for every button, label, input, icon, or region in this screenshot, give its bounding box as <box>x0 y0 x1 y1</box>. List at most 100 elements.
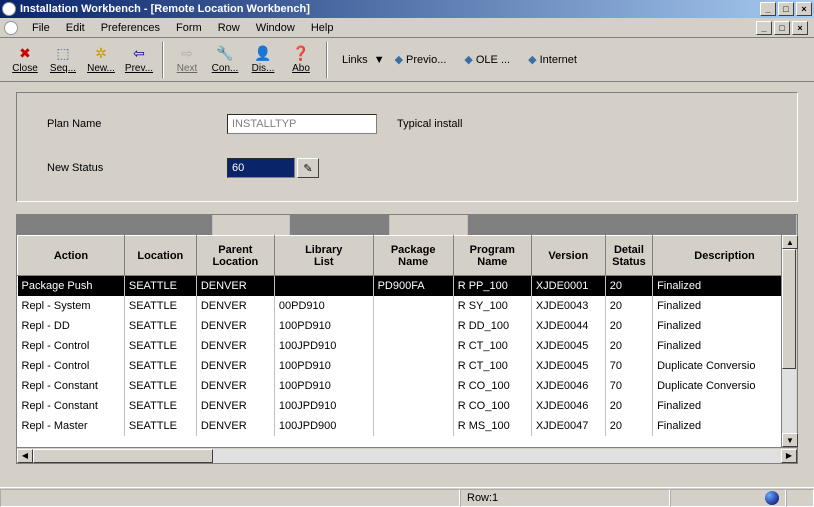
cell-package_name <box>373 316 453 336</box>
menu-preferences[interactable]: Preferences <box>93 20 168 36</box>
link-label: Internet <box>540 54 577 66</box>
hscroll-thumb[interactable] <box>33 449 213 463</box>
table-row[interactable]: Repl - ControlSEATTLEDENVER100JPD910R CT… <box>18 336 797 356</box>
previous-icon: ⇦ <box>131 45 147 61</box>
window-title: Installation Workbench - [Remote Locatio… <box>20 3 760 15</box>
cell-description: Duplicate Conversio <box>653 376 797 396</box>
mdi-restore-button[interactable]: □ <box>774 21 790 35</box>
col-program_name[interactable]: ProgramName <box>453 236 531 276</box>
disconnect-label: Dis... <box>252 63 275 74</box>
ole-link[interactable]: ◆OLE ... <box>460 51 514 68</box>
link-label: Previo... <box>406 54 446 66</box>
table-row[interactable]: Repl - ConstantSEATTLEDENVER100PD910R CO… <box>18 376 797 396</box>
table-row[interactable]: Repl - ConstantSEATTLEDENVER100JPD910R C… <box>18 396 797 416</box>
menu-window[interactable]: Window <box>248 20 303 36</box>
previous-link[interactable]: ◆Previo... <box>391 51 451 68</box>
table-row[interactable]: Repl - DDSEATTLEDENVER100PD910R DD_100XJ… <box>18 316 797 336</box>
col-parent_location[interactable]: ParentLocation <box>196 236 274 276</box>
menu-row[interactable]: Row <box>210 20 248 36</box>
cell-action: Repl - Control <box>18 336 125 356</box>
cell-package_name <box>373 356 453 376</box>
close-button[interactable]: ✖Close <box>6 41 44 79</box>
internet-link[interactable]: ◆ Internet <box>524 51 581 68</box>
maximize-button[interactable]: □ <box>778 2 794 16</box>
hscroll-track[interactable] <box>33 449 781 463</box>
table-row[interactable]: Package PushSEATTLEDENVERPD900FAR PP_100… <box>18 276 797 296</box>
links-dropdown-icon[interactable]: ▼ <box>374 54 385 66</box>
menu-form[interactable]: Form <box>168 20 210 36</box>
cell-location: SEATTLE <box>124 396 196 416</box>
col-detail_status[interactable]: DetailStatus <box>605 236 652 276</box>
menu-help[interactable]: Help <box>303 20 342 36</box>
cell-detail_status: 20 <box>605 276 652 296</box>
link-icon: ◆ <box>528 53 536 66</box>
cell-library_list: 00PD910 <box>274 296 373 316</box>
mdi-minimize-button[interactable]: _ <box>756 21 772 35</box>
cell-action: Repl - Constant <box>18 376 125 396</box>
scroll-right-button[interactable]: ▶ <box>781 449 797 463</box>
sequence-button[interactable]: ⬚Seq... <box>44 41 82 79</box>
lookup-button[interactable]: ✎ <box>297 158 319 178</box>
disconnect-icon: 👤 <box>255 45 271 61</box>
cell-location: SEATTLE <box>124 356 196 376</box>
cell-package_name <box>373 396 453 416</box>
mdi-close-button[interactable]: × <box>792 21 808 35</box>
cell-program_name: R DD_100 <box>453 316 531 336</box>
cell-library_list: 100PD910 <box>274 356 373 376</box>
menu-edit[interactable]: Edit <box>58 20 93 36</box>
cell-version: XJDE0045 <box>531 356 605 376</box>
previous-button[interactable]: ⇦Prev... <box>120 41 158 79</box>
toolbar-separator <box>162 42 164 78</box>
col-description[interactable]: Description <box>653 236 797 276</box>
disconnect-button[interactable]: 👤 Dis... <box>244 41 282 79</box>
cell-parent_location: DENVER <box>196 396 274 416</box>
configure-button[interactable]: 🔧Con... <box>206 41 244 79</box>
cell-detail_status: 20 <box>605 416 652 436</box>
cell-program_name: R CO_100 <box>453 376 531 396</box>
new-status-input[interactable] <box>227 158 295 178</box>
col-version[interactable]: Version <box>531 236 605 276</box>
scroll-left-button[interactable]: ◀ <box>17 449 33 463</box>
toolbar-separator <box>326 42 328 78</box>
col-action[interactable]: Action <box>18 236 125 276</box>
cell-parent_location: DENVER <box>196 316 274 336</box>
cell-version: XJDE0047 <box>531 416 605 436</box>
cell-location: SEATTLE <box>124 316 196 336</box>
new-button[interactable]: ✲New... <box>82 41 120 79</box>
col-location[interactable]: Location <box>124 236 196 276</box>
cell-location: SEATTLE <box>124 296 196 316</box>
cell-location: SEATTLE <box>124 416 196 436</box>
link-icon: ◆ <box>464 53 472 66</box>
status-cell-4 <box>786 489 814 507</box>
cell-detail_status: 20 <box>605 396 652 416</box>
plan-name-input[interactable] <box>227 114 377 134</box>
close-window-button[interactable]: × <box>796 2 812 16</box>
minimize-button[interactable]: _ <box>760 2 776 16</box>
cell-program_name: R MS_100 <box>453 416 531 436</box>
scroll-down-button[interactable]: ▼ <box>782 433 798 447</box>
grid-scroll-area[interactable]: ActionLocationParentLocationLibraryListP… <box>17 235 797 447</box>
grid-split-header <box>17 215 797 235</box>
menu-file[interactable]: File <box>24 20 58 36</box>
mdi-buttons: _ □ × <box>756 21 808 35</box>
cell-detail_status: 20 <box>605 296 652 316</box>
cell-program_name: R PP_100 <box>453 276 531 296</box>
horizontal-scrollbar[interactable]: ◀ ▶ <box>17 447 797 463</box>
table-row[interactable]: Repl - SystemSEATTLEDENVER 00PD910R SY_1… <box>18 296 797 316</box>
col-library_list[interactable]: LibraryList <box>274 236 373 276</box>
table-row[interactable]: Repl - MasterSEATTLEDENVER100JPD900R MS_… <box>18 416 797 436</box>
cell-version: XJDE0044 <box>531 316 605 336</box>
cell-version: XJDE0046 <box>531 376 605 396</box>
menu-bar: FileEditPreferencesFormRowWindowHelp _ □… <box>0 18 814 38</box>
status-cell-1 <box>0 489 460 507</box>
table-row[interactable]: Repl - ControlSEATTLEDENVER100PD910R CT_… <box>18 356 797 376</box>
cell-package_name: PD900FA <box>373 276 453 296</box>
vertical-scrollbar[interactable]: ▲ ▼ <box>781 235 797 447</box>
cell-program_name: R CT_100 <box>453 356 531 376</box>
vscroll-thumb[interactable] <box>782 249 796 369</box>
about-button[interactable]: ❓Abo <box>282 41 320 79</box>
cell-parent_location: DENVER <box>196 336 274 356</box>
vscroll-track[interactable] <box>782 249 796 433</box>
scroll-up-button[interactable]: ▲ <box>782 235 798 249</box>
col-package_name[interactable]: PackageName <box>373 236 453 276</box>
